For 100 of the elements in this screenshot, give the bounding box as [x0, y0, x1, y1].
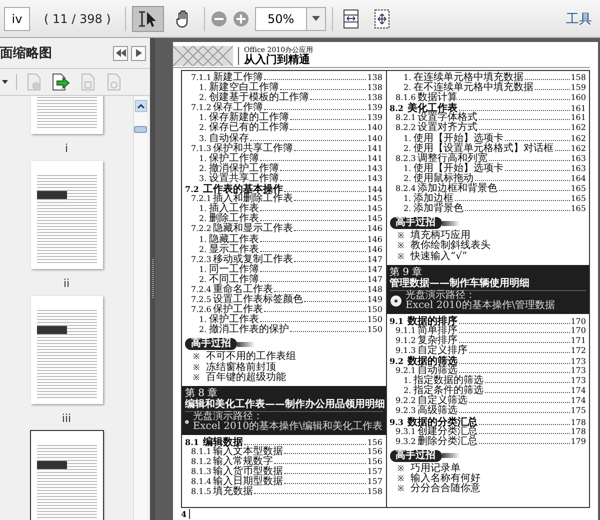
toc-title[interactable]: 保护工作簿: [209, 154, 259, 164]
toc-title[interactable]: 移动或复制工作表: [213, 254, 293, 265]
toc-title[interactable]: 创建分类汇总: [418, 426, 478, 437]
scroll-up-icon[interactable]: [134, 100, 146, 112]
extract-page-icon[interactable]: [51, 73, 71, 91]
tip-title[interactable]: 冻结窗格前封顶: [206, 362, 276, 373]
page-count: ( 11 / 398 ): [43, 12, 112, 26]
toc-title[interactable]: 保护和共享工作簿: [213, 144, 293, 154]
scrollbar[interactable]: [133, 96, 147, 520]
tip-title[interactable]: 输入名称有何好: [410, 474, 480, 484]
toc-number: 8.1.3: [191, 467, 212, 478]
toc-page-number: 159: [570, 83, 586, 94]
toc-title[interactable]: 使用【开始】选项卡: [414, 134, 504, 144]
toc-page-number: 150: [367, 325, 382, 336]
toc-page-number: 147: [367, 264, 382, 275]
toc-page-number: 171: [570, 336, 586, 346]
tip-title[interactable]: 不可不用的工作表组: [206, 352, 296, 363]
toc-title[interactable]: 数据的分类汇总: [408, 418, 478, 428]
tip-title[interactable]: 巧用记录单: [410, 464, 460, 474]
select-tool-button[interactable]: [132, 6, 164, 32]
caret-icon[interactable]: [2, 80, 8, 84]
toc-title[interactable]: 隐藏工作表: [209, 234, 259, 245]
zoom-out-button[interactable]: [210, 10, 227, 26]
bullet-mark: ※: [193, 372, 200, 383]
toc-title[interactable]: 复杂排序: [418, 336, 458, 346]
toc-page-number: 175: [570, 406, 586, 417]
toc-title[interactable]: 创建基于模板的工作簿: [209, 93, 309, 104]
toc-title[interactable]: 输入文本型数据: [213, 446, 283, 457]
toc-page-number: 138: [367, 83, 382, 94]
toc-number: 8.2: [390, 103, 404, 114]
zoom-in-button[interactable]: [232, 10, 249, 26]
toc-title[interactable]: 自动保存: [209, 134, 249, 144]
toc-page-number: 139: [367, 103, 382, 114]
tip-title[interactable]: 分分合合随你意: [410, 484, 480, 494]
toc-number: 9.3: [390, 416, 404, 427]
toc-page-number: 156: [367, 456, 382, 467]
toc-title[interactable]: 自定义排序: [418, 346, 468, 356]
toc-title[interactable]: 调整行高和列宽: [418, 154, 488, 164]
toc-title[interactable]: 设置对齐方式: [418, 123, 478, 134]
toc-number: 7.1.3: [191, 144, 212, 153]
toc-title[interactable]: 数据计算: [418, 93, 458, 104]
toc-title[interactable]: 不同工作簿: [209, 274, 259, 285]
tip-title[interactable]: 教你绘制斜线表头: [410, 241, 490, 252]
resize-handle[interactable]: [152, 259, 154, 299]
chapter-title: 编辑和美化工作表——制作办公用品领用明细: [185, 398, 382, 410]
page-number-field[interactable]: iv: [4, 6, 30, 30]
path-label: 光盘演示路径：: [406, 290, 476, 301]
toc-number: 7.1.1: [191, 73, 212, 82]
collapse-button[interactable]: [113, 46, 128, 60]
bullet-mark: ※: [398, 474, 404, 484]
chapter-label: 第 9 章: [390, 266, 422, 278]
toc-title[interactable]: 保存已有的工作簿: [209, 123, 289, 134]
toc-page-number: 146: [367, 244, 382, 255]
toc-title[interactable]: 撤消工作表的保护: [209, 325, 289, 336]
toc-title[interactable]: 输入常规数字: [213, 456, 273, 467]
double-left-icon: [116, 49, 126, 57]
toc-number: 1.: [199, 154, 208, 164]
tip-title[interactable]: 快速输入“√”: [410, 252, 468, 262]
toc-number: 8.2.2: [396, 123, 417, 133]
toc-title[interactable]: 编辑数据: [203, 438, 243, 448]
toc-title[interactable]: 显示工作表: [209, 244, 259, 255]
toc-title[interactable]: 同一工作簿: [209, 264, 259, 275]
toc-number: 1.: [199, 315, 208, 326]
expand-button[interactable]: [131, 46, 146, 60]
toc-title[interactable]: 保存新建的工作簿: [209, 113, 289, 124]
toc-title[interactable]: 使用【开始】选项卡: [414, 164, 504, 174]
toc-title[interactable]: 高级筛选: [418, 406, 458, 417]
toc-title[interactable]: 简单排序: [418, 326, 458, 336]
toc-number: 1.: [199, 234, 208, 245]
scroll-thumb[interactable]: [134, 126, 147, 133]
tip-title[interactable]: 百年键的超级功能: [206, 372, 286, 383]
page-thumbnail[interactable]: [30, 161, 102, 269]
toc-number: 9.1.1: [396, 326, 416, 336]
toc-title[interactable]: 数据的排序: [408, 316, 458, 327]
toc-page-number: 173: [570, 356, 586, 367]
toc-page-number: 145: [367, 204, 382, 214]
bullet-mark: ※: [193, 352, 200, 363]
toc-number: 8.2.3: [396, 154, 417, 163]
toc-number: 9.2.2: [396, 396, 417, 406]
zoom-field[interactable]: 50%: [254, 6, 326, 30]
toc-title[interactable]: 删除分类汇总: [418, 436, 478, 447]
toc-page-number: 140: [367, 123, 382, 134]
toc-title[interactable]: 填充数据: [213, 487, 253, 498]
brush-stroke-drawing: [237, 342, 255, 347]
disc-icon: [390, 295, 402, 308]
toc-number: 2.: [404, 144, 412, 154]
toc-title[interactable]: 隐藏和显示工作表: [213, 224, 293, 234]
toc-title[interactable]: 添加背景色: [414, 204, 464, 214]
toc-page-number: 141: [367, 154, 382, 164]
toc-title[interactable]: 撤消保护工作簿: [209, 164, 279, 174]
page-thumbnail[interactable]: [30, 431, 102, 520]
toc-number: 8.1.1: [191, 446, 212, 457]
page-thumbnail[interactable]: [30, 296, 102, 404]
toc-number: 9.1.3: [396, 346, 417, 356]
toc-title[interactable]: 设置共享工作簿: [209, 174, 279, 184]
right-icon: [136, 49, 142, 57]
toc-title[interactable]: 使用【设置单元格格式】对话框: [414, 144, 554, 154]
toc-page-number: 138: [367, 93, 382, 104]
tools-link[interactable]: 工具: [562, 10, 596, 28]
toc-page-number: 145: [367, 194, 382, 204]
